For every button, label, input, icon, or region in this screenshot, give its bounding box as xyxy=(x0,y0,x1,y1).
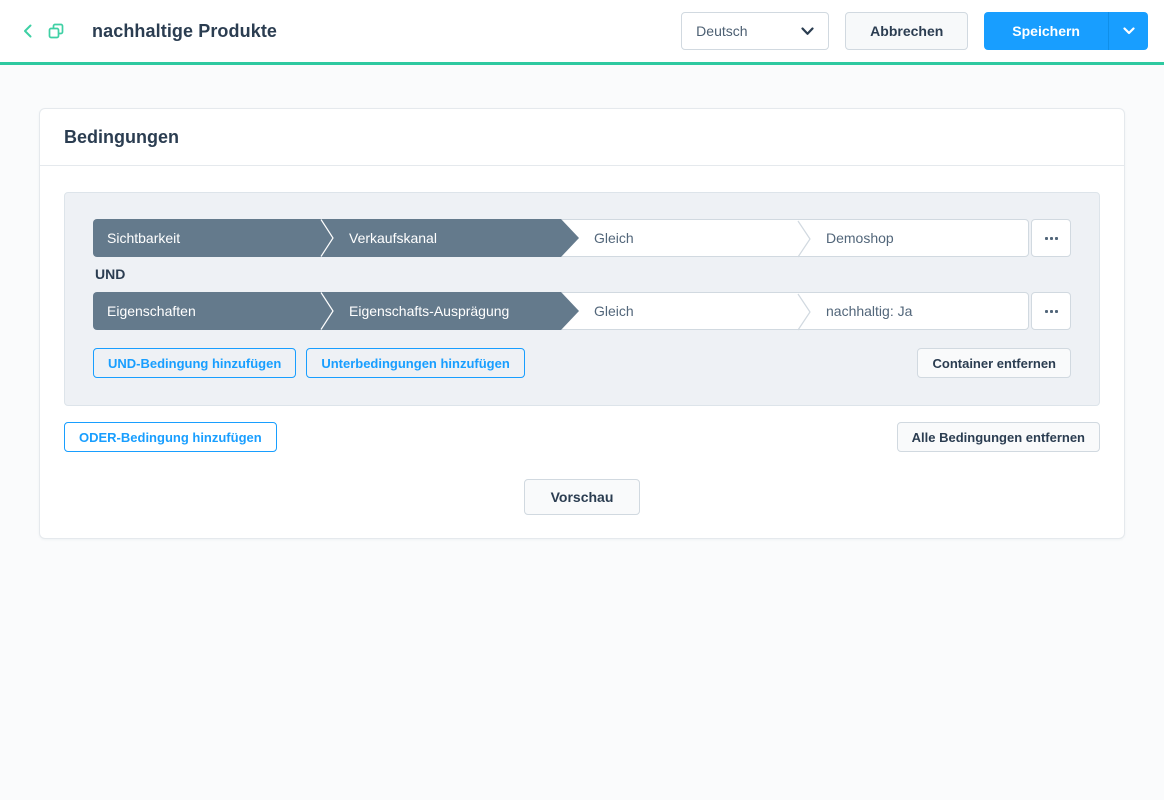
save-options-button[interactable] xyxy=(1108,12,1148,50)
condition-value-select[interactable]: nachhaltig: Ja xyxy=(812,293,1028,329)
preview-row: Vorschau xyxy=(64,479,1100,515)
condition-value-group: Gleich nachhaltig: Ja xyxy=(561,292,1029,331)
condition-row: Eigenschaften Eigenschafts-Ausprägung Gl… xyxy=(93,292,1071,331)
condition-row: Sichtbarkeit Verkaufskanal Gleich Demosh… xyxy=(93,219,1071,258)
card-title: Bedingungen xyxy=(64,126,179,147)
segment-divider-icon xyxy=(320,219,334,257)
segment-divider-icon xyxy=(320,292,334,330)
preview-button[interactable]: Vorschau xyxy=(523,479,641,515)
save-button[interactable]: Speichern xyxy=(984,12,1108,50)
conditions-card: Bedingungen Sichtbarkeit Verkaufskanal G… xyxy=(39,108,1125,539)
segment-divider-icon xyxy=(797,293,811,331)
main-content: Bedingungen Sichtbarkeit Verkaufskanal G… xyxy=(0,65,1164,539)
condition-container: Sichtbarkeit Verkaufskanal Gleich Demosh… xyxy=(64,192,1100,406)
condition-value-select[interactable]: Demoshop xyxy=(812,220,1028,256)
language-select-value: Deutsch xyxy=(696,23,748,39)
condition-type-group: Eigenschaften Eigenschafts-Ausprägung xyxy=(93,292,579,330)
back-button[interactable] xyxy=(14,17,42,45)
ellipsis-icon xyxy=(1044,236,1048,240)
add-subcondition-button[interactable]: Unterbedingungen hinzufügen xyxy=(306,348,525,378)
condition-type-group: Sichtbarkeit Verkaufskanal xyxy=(93,219,579,257)
condition-value-group: Gleich Demoshop xyxy=(561,219,1029,258)
top-bar: nachhaltige Produkte Deutsch Abbrechen S… xyxy=(0,0,1164,65)
condition-subtype-select[interactable]: Verkaufskanal xyxy=(335,219,561,257)
chevron-down-icon xyxy=(1122,27,1135,35)
and-operator-label: UND xyxy=(95,266,126,282)
condition-subtype-select[interactable]: Eigenschafts-Ausprägung xyxy=(335,292,561,330)
copy-icon xyxy=(46,21,66,41)
add-and-condition-button[interactable]: UND-Bedingung hinzufügen xyxy=(93,348,297,378)
cancel-button[interactable]: Abbrechen xyxy=(845,12,969,50)
card-body: Sichtbarkeit Verkaufskanal Gleich Demosh… xyxy=(40,166,1124,538)
condition-type-select[interactable]: Sichtbarkeit xyxy=(93,219,319,257)
add-or-condition-button[interactable]: ODER-Bedingung hinzufügen xyxy=(64,422,277,452)
page-title: nachhaltige Produkte xyxy=(92,20,278,41)
condition-operator-select[interactable]: Gleich xyxy=(562,220,796,256)
save-split-button: Speichern xyxy=(984,12,1148,50)
container-actions: UND-Bedingung hinzufügen Unterbedingunge… xyxy=(93,348,1071,378)
card-header: Bedingungen xyxy=(40,109,1124,166)
duplicate-button[interactable] xyxy=(42,17,70,45)
condition-menu-button[interactable] xyxy=(1031,219,1071,257)
chevron-down-icon xyxy=(801,26,814,36)
ellipsis-icon xyxy=(1044,309,1048,313)
chevron-left-icon xyxy=(19,22,37,40)
condition-type-select[interactable]: Eigenschaften xyxy=(93,292,319,330)
remove-container-button[interactable]: Container entfernen xyxy=(917,348,1071,378)
tree-actions: ODER-Bedingung hinzufügen Alle Bedingung… xyxy=(64,422,1100,452)
segment-divider-icon xyxy=(797,220,811,258)
topbar-actions: Deutsch Abbrechen Speichern xyxy=(681,12,1148,50)
language-select[interactable]: Deutsch xyxy=(681,12,830,50)
condition-menu-button[interactable] xyxy=(1031,292,1071,330)
condition-operator-select[interactable]: Gleich xyxy=(562,293,796,329)
remove-all-conditions-button[interactable]: Alle Bedingungen entfernen xyxy=(896,422,1100,452)
